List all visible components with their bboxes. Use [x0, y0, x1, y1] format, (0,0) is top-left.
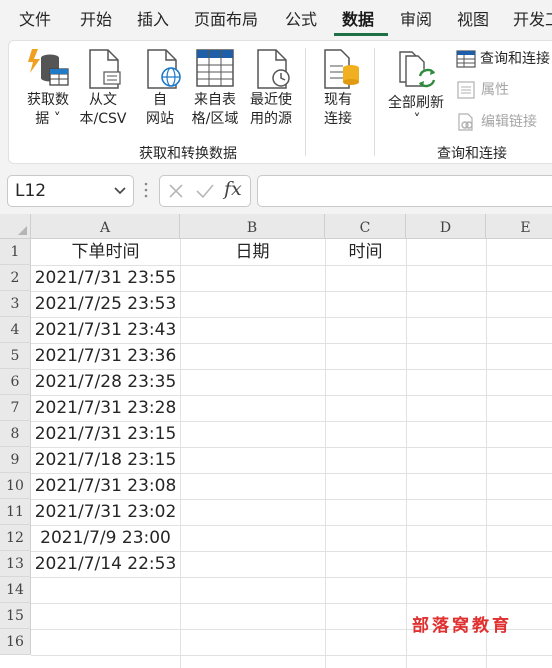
tab-home[interactable]: 开始	[80, 9, 112, 33]
refresh-all-caret: ˅	[413, 112, 421, 128]
cell-b1[interactable]: 日期	[180, 239, 325, 265]
select-all-button[interactable]	[0, 214, 31, 239]
active-tab-indicator	[334, 33, 388, 36]
row-header-14[interactable]: 14	[0, 577, 31, 603]
get-data-label-2: 据 ˅	[35, 111, 61, 127]
column-header-a[interactable]: A	[31, 214, 180, 239]
refresh-icon	[399, 51, 436, 88]
row-header-6[interactable]: 6	[0, 369, 31, 395]
cell-a2[interactable]: 2021/7/31 23:55	[31, 265, 180, 291]
cell-a6[interactable]: 2021/7/28 23:35	[31, 369, 180, 395]
column-header-b[interactable]: B	[180, 214, 325, 239]
cell-a4[interactable]: 2021/7/31 23:43	[31, 317, 180, 343]
from-text-label: 从文	[89, 92, 117, 108]
row-header-15[interactable]: 15	[0, 603, 31, 629]
name-box-value: L12	[15, 181, 47, 201]
row-header-8[interactable]: 8	[0, 421, 31, 447]
row-header-5[interactable]: 5	[0, 343, 31, 369]
from-table-label: 来自表	[194, 92, 236, 108]
web-page-icon	[147, 49, 181, 89]
from-text-label-2: 本/CSV	[79, 111, 127, 127]
tab-review[interactable]: 审阅	[400, 9, 432, 33]
row-header-4[interactable]: 4	[0, 317, 31, 343]
edit-links-label: 编辑链接	[481, 114, 537, 130]
drag-handle-icon[interactable]	[144, 181, 148, 199]
gridline	[180, 239, 181, 668]
table-icon	[196, 49, 234, 87]
text-file-icon	[89, 49, 121, 89]
insert-function-button[interactable]: fx	[224, 178, 242, 200]
gridline	[406, 239, 407, 668]
formula-input[interactable]	[257, 175, 552, 207]
existing-connections-icon	[324, 49, 359, 89]
cell-a11[interactable]: 2021/7/31 23:02	[31, 499, 180, 525]
properties-icon	[457, 81, 475, 99]
name-box[interactable]: L12	[7, 175, 134, 207]
tab-file[interactable]: 文件	[19, 9, 51, 33]
recent-sources-icon	[257, 49, 290, 89]
tab-formulas[interactable]: 公式	[285, 9, 317, 33]
row-header-3[interactable]: 3	[0, 291, 31, 317]
watermark: 部落窝教育	[412, 616, 512, 636]
gridline	[31, 603, 552, 604]
edit-links-icon	[458, 113, 473, 131]
tab-page-layout[interactable]: 页面布局	[194, 9, 258, 33]
cell-a9[interactable]: 2021/7/18 23:15	[31, 447, 180, 473]
get-transform-group-title: 获取和转换数据	[139, 146, 237, 162]
properties-label: 属性	[481, 82, 509, 98]
row-header-16[interactable]: 16	[0, 629, 31, 655]
existing-connections-label: 现有	[324, 92, 352, 108]
cell-a13[interactable]: 2021/7/14 22:53	[31, 551, 180, 577]
tab-view[interactable]: 视图	[457, 9, 489, 33]
row-header-13[interactable]: 13	[0, 551, 31, 577]
row-header-7[interactable]: 7	[0, 395, 31, 421]
gridline	[325, 239, 326, 668]
cell-a12[interactable]: 2021/7/9 23:00	[31, 525, 180, 551]
existing-connections-label-2: 连接	[324, 111, 352, 127]
gridline	[486, 239, 487, 668]
formula-buttons: fx	[159, 175, 251, 207]
cancel-icon[interactable]	[168, 183, 184, 199]
cell-c1[interactable]: 时间	[325, 239, 406, 265]
recent-sources-label-2: 用的源	[250, 111, 292, 127]
tab-developer[interactable]: 开发工	[513, 9, 552, 33]
row-header-9[interactable]: 9	[0, 447, 31, 473]
row-header-1[interactable]: 1	[0, 239, 31, 265]
get-data-icon	[28, 49, 69, 86]
column-header-c[interactable]: C	[325, 214, 406, 239]
row-header-11[interactable]: 11	[0, 499, 31, 525]
column-header-e[interactable]: E	[486, 214, 552, 239]
enter-check-icon[interactable]	[196, 183, 214, 199]
ribbon-separator	[305, 48, 306, 156]
tab-insert[interactable]: 插入	[137, 9, 169, 33]
cell-a7[interactable]: 2021/7/31 23:28	[31, 395, 180, 421]
menu-bar: 文件 开始 插入 页面布局 公式 数据 审阅 视图 开发工	[0, 0, 552, 40]
queries-group-title: 查询和连接	[437, 146, 507, 162]
cell-a3[interactable]: 2021/7/25 23:53	[31, 291, 180, 317]
queries-connections-label: 查询和连接	[480, 51, 550, 67]
gridline	[31, 577, 552, 578]
ribbon-group-separator	[374, 48, 375, 156]
recent-sources-label: 最近使	[250, 92, 292, 108]
row-header-12[interactable]: 12	[0, 525, 31, 551]
row-header-10[interactable]: 10	[0, 473, 31, 499]
select-all-triangle-icon	[18, 226, 27, 235]
row-header-2[interactable]: 2	[0, 265, 31, 291]
chevron-down-icon[interactable]	[113, 184, 127, 198]
queries-connections-icon	[456, 50, 476, 68]
cell-a1[interactable]: 下单时间	[31, 239, 180, 265]
from-web-label: 自	[153, 92, 167, 108]
from-table-label-2: 格/区域	[191, 111, 239, 127]
column-header-d[interactable]: D	[406, 214, 486, 239]
gridline	[31, 655, 552, 656]
spreadsheet-grid: A B C D E 1 2 3 4 5 6 7 8 9 10 11 12 13 …	[0, 214, 552, 668]
cell-a5[interactable]: 2021/7/31 23:36	[31, 343, 180, 369]
cell-a10[interactable]: 2021/7/31 23:08	[31, 473, 180, 499]
cell-a8[interactable]: 2021/7/31 23:15	[31, 421, 180, 447]
tab-data[interactable]: 数据	[342, 9, 374, 33]
get-data-label: 获取数	[27, 92, 69, 108]
from-web-label-2: 网站	[146, 111, 174, 127]
